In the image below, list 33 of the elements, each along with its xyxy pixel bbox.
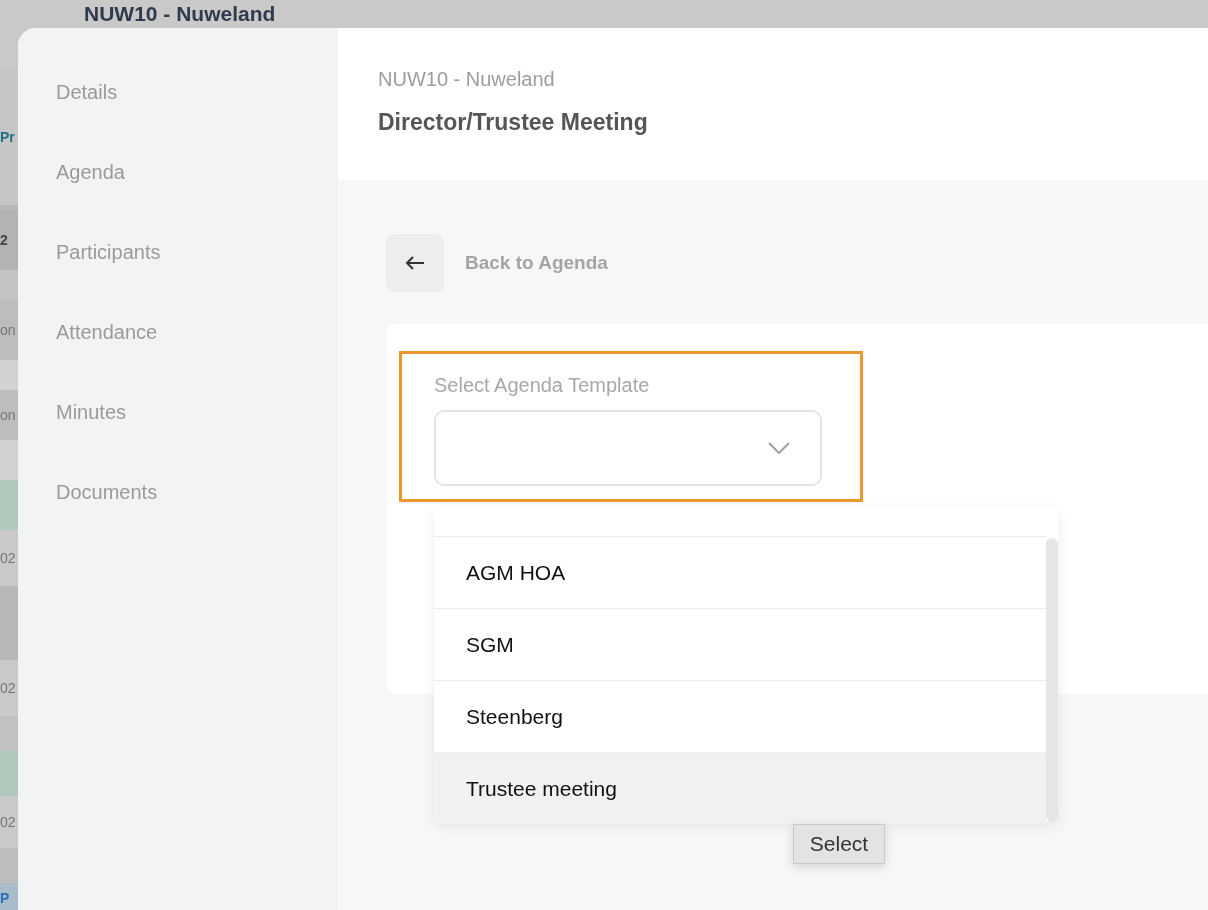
table-row [0, 440, 18, 480]
table-row [0, 480, 18, 530]
table-cell-text: Pr [0, 129, 15, 144]
scrollbar[interactable] [1046, 538, 1058, 822]
sidebar-item[interactable]: Documents [56, 478, 158, 506]
sidebar-item[interactable]: Minutes [56, 398, 127, 426]
sidebar-item[interactable]: Attendance [56, 318, 158, 346]
dropdown-option[interactable]: Steenberg [434, 680, 1046, 752]
page-title: NUW10 - Nuweland [84, 2, 276, 26]
sidebar-item[interactable]: Participants [56, 238, 161, 266]
subtitle: NUW10 - Nuweland [378, 68, 556, 91]
table-cell-text: on [0, 323, 16, 337]
sidebar-item[interactable]: Details [56, 78, 118, 106]
table-cell-text: on [0, 408, 16, 422]
chevron-down-icon [768, 442, 790, 454]
sidebar-item[interactable]: Agenda [56, 158, 125, 186]
table-row [0, 751, 18, 796]
arrow-left-icon [405, 255, 425, 271]
select-field[interactable] [434, 410, 822, 486]
tooltip: Select [793, 824, 885, 864]
field-label: Select Agenda Template [434, 374, 651, 397]
table-row [0, 360, 18, 390]
dropdown-option[interactable]: Trustee meeting [434, 752, 1046, 824]
table-cell-text: 02 [0, 551, 16, 565]
table-cell-text: 2 [0, 233, 8, 247]
back-button[interactable] [386, 234, 444, 292]
dropdown-option[interactable]: AGM HOA [434, 536, 1046, 608]
dropdown-option[interactable]: SGM [434, 608, 1046, 680]
page-heading: Director/Trustee Meeting [378, 109, 649, 136]
back-link[interactable]: Back to Agenda [465, 252, 608, 274]
table-cell-text: 02 [0, 815, 16, 829]
table-cell-text: 02 [0, 681, 16, 695]
table-cell-text: P [0, 891, 10, 905]
